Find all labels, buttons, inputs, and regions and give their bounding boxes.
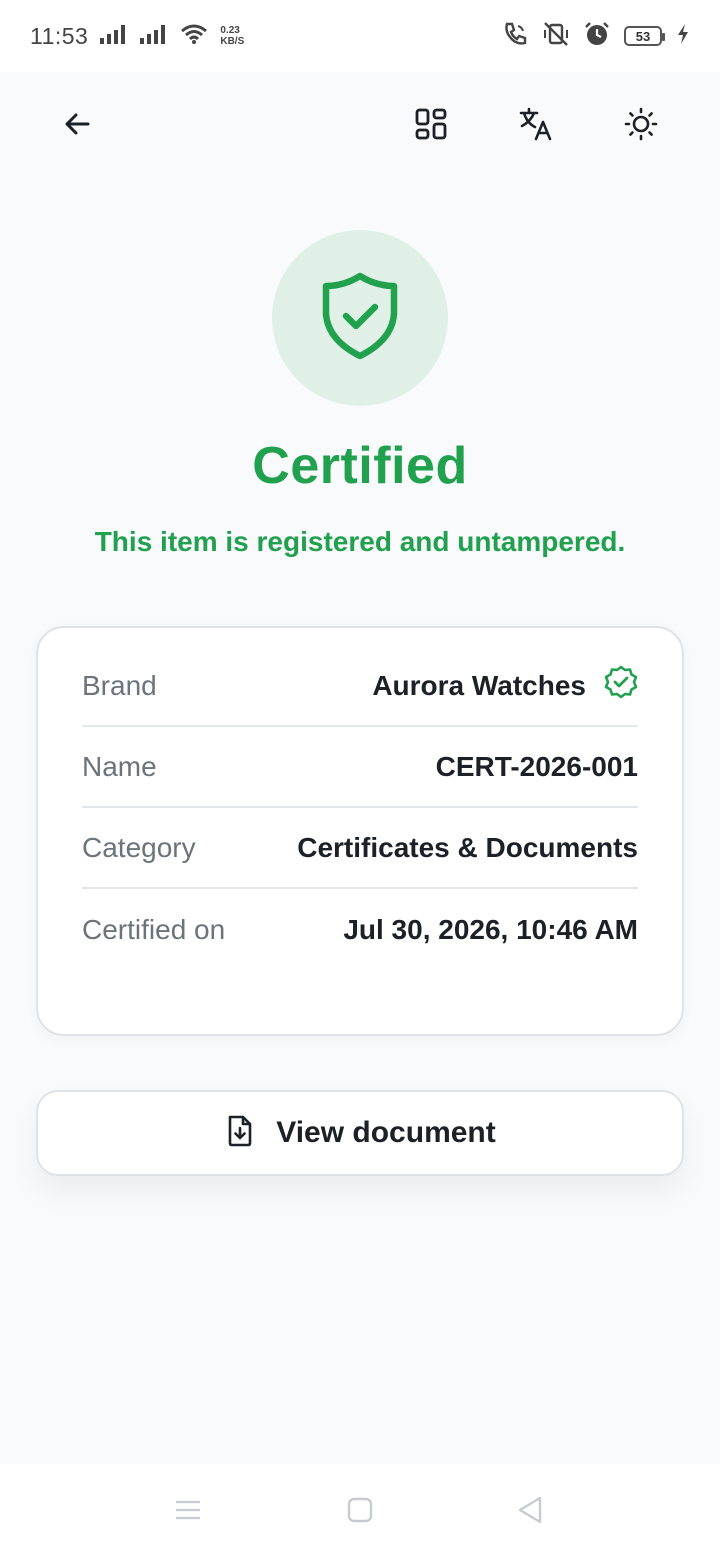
system-nav-bar [0, 1464, 720, 1560]
vibrate-off-icon [542, 21, 570, 52]
view-document-label: View document [276, 1116, 496, 1149]
qr-code-icon [414, 107, 448, 146]
alarm-icon [584, 21, 610, 52]
charging-icon [676, 23, 690, 50]
detail-value: Jul 30, 2026, 10:46 AM [343, 913, 638, 945]
app-bar [0, 72, 720, 182]
nav-back-button[interactable] [502, 1484, 558, 1540]
detail-label: Certified on [82, 913, 226, 945]
status-left: 11:53 0.23 KB/S [30, 23, 244, 50]
detail-row-brand: Brand Aurora Watches [82, 646, 638, 727]
home-square-icon [347, 1497, 373, 1528]
qr-scan-button[interactable] [403, 98, 459, 154]
status-right: 53 [502, 21, 690, 52]
status-title: Certified [252, 437, 468, 495]
menu-icon [174, 1498, 202, 1527]
net-speed: 0.23 KB/S [220, 25, 244, 47]
signal-icon-2 [140, 24, 168, 49]
detail-row-category: Category Certificates & Documents [82, 808, 638, 889]
shield-check-icon [320, 270, 400, 367]
status-bar: 11:53 0.23 KB/S 53 [0, 0, 720, 72]
detail-label: Name [82, 750, 157, 782]
detail-label: Category [82, 831, 196, 863]
back-button[interactable] [50, 98, 106, 154]
details-card: Brand Aurora Watches Name CERT-2026-001 … [36, 626, 684, 1036]
net-speed-unit: KB/S [220, 36, 245, 47]
signal-icon [100, 24, 128, 49]
hero-icon-circle [272, 230, 448, 406]
detail-value: Certificates & Documents [297, 831, 638, 863]
detail-value: CERT-2026-001 [435, 750, 638, 782]
certified-hero: Certified This item is registered and un… [0, 230, 720, 558]
wifi-icon [180, 23, 208, 50]
nav-home-button[interactable] [332, 1484, 388, 1540]
battery-indicator: 53 [624, 26, 665, 46]
translate-button[interactable] [508, 98, 564, 154]
detail-label: Brand [82, 669, 157, 701]
detail-row-name: Name CERT-2026-001 [82, 727, 638, 808]
brightness-icon [623, 106, 659, 147]
translate-icon [518, 106, 554, 147]
detail-value: Aurora Watches [372, 665, 638, 706]
nav-menu-button[interactable] [160, 1484, 216, 1540]
back-arrow-icon [62, 108, 94, 145]
net-speed-value: 0.23 [220, 25, 240, 36]
status-subtitle: This item is registered and untampered. [94, 526, 626, 557]
back-triangle-icon [516, 1495, 544, 1530]
brand-value: Aurora Watches [372, 669, 586, 701]
wifi-calling-icon [502, 21, 528, 52]
theme-toggle-button[interactable] [613, 98, 669, 154]
detail-row-certified-on: Certified on Jul 30, 2026, 10:46 AM [82, 889, 638, 970]
file-download-icon [224, 1114, 256, 1153]
status-time: 11:53 [30, 22, 89, 49]
view-document-button[interactable]: View document [36, 1090, 684, 1176]
verified-badge-icon [604, 665, 638, 706]
